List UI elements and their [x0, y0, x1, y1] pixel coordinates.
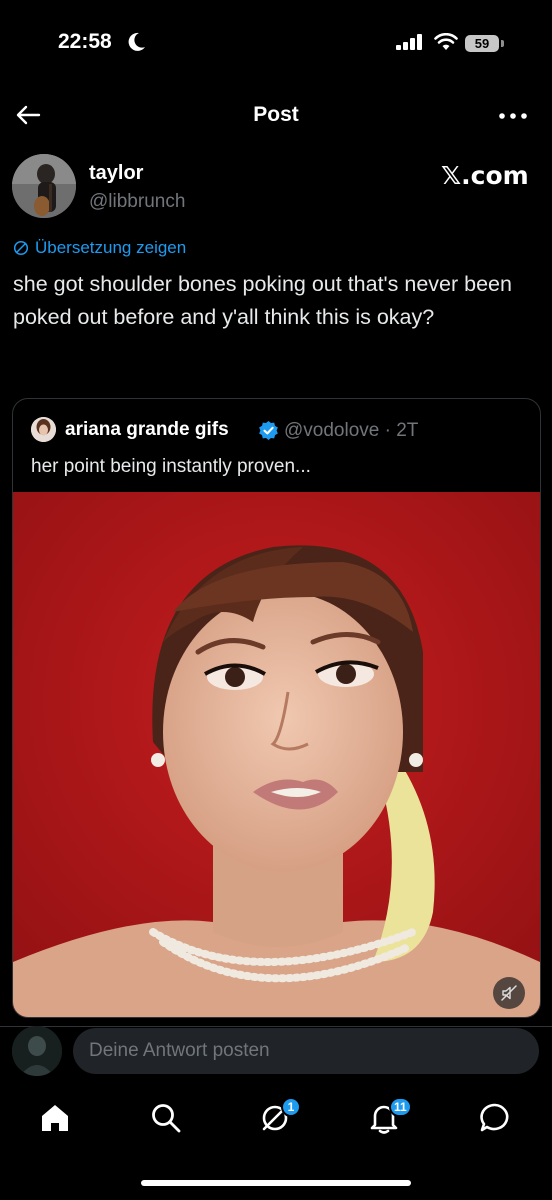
author-name[interactable]: taylor	[89, 162, 143, 185]
messages-icon[interactable]	[477, 1100, 513, 1136]
search-icon[interactable]	[148, 1100, 184, 1136]
quoted-post[interactable]: ariana grande gifs @vodolove · 2T her po…	[12, 398, 541, 1018]
more-options-icon[interactable]	[498, 112, 528, 120]
battery-indicator: 59	[465, 35, 499, 52]
quote-time: · 2T	[384, 420, 419, 441]
grok-badge: 1	[281, 1097, 301, 1117]
battery-tip	[501, 40, 504, 47]
wifi-icon	[434, 33, 458, 50]
author-avatar[interactable]	[12, 154, 76, 218]
post-text: she got shoulder bones poking out that's…	[13, 272, 512, 329]
home-indicator	[141, 1180, 411, 1186]
notifications-badge: 11	[389, 1097, 412, 1117]
x-watermark: 𝕏.com	[441, 161, 529, 190]
status-time: 22:58	[58, 30, 112, 53]
author-handle[interactable]: @libbrunch	[89, 191, 185, 213]
moon-icon	[128, 32, 145, 51]
quote-avatar	[31, 417, 56, 442]
translate-icon	[13, 240, 29, 256]
quote-author-name: ariana grande gifs	[65, 419, 229, 440]
translate-link[interactable]: Übersetzung zeigen	[13, 238, 186, 258]
reply-divider	[0, 1026, 552, 1027]
page-title: Post	[253, 103, 299, 126]
signal-icon	[396, 34, 422, 50]
home-icon[interactable]	[37, 1100, 73, 1136]
verified-badge-icon	[259, 420, 278, 441]
mute-button[interactable]	[493, 977, 525, 1009]
reply-input[interactable]	[73, 1028, 539, 1074]
quote-handle-text: @vodolove	[284, 420, 380, 441]
quote-author-handle: @vodolove · 2T	[284, 420, 418, 442]
quote-media-gif[interactable]	[13, 492, 540, 1017]
muted-speaker-icon	[501, 985, 517, 1001]
quote-text: her point being instantly proven...	[31, 456, 311, 477]
user-avatar[interactable]	[12, 1026, 62, 1076]
portrait-image	[13, 492, 540, 1017]
translate-label: Übersetzung zeigen	[35, 238, 187, 257]
